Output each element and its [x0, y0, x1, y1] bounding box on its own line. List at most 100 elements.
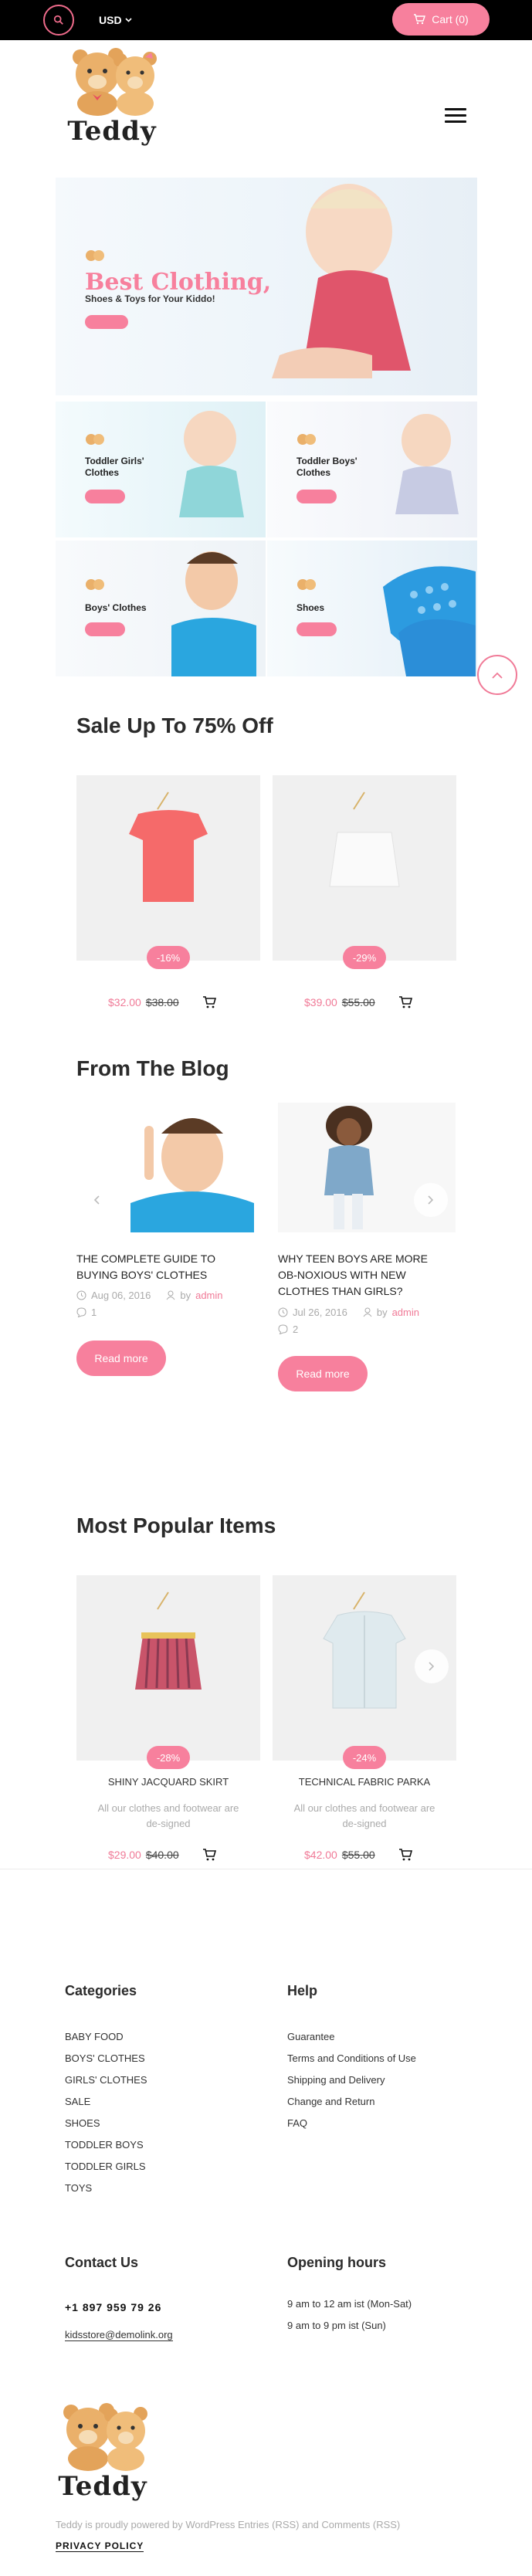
old-price: $55.00	[341, 1849, 375, 1861]
banner-toddler-boys[interactable]: Toddler Boys' Clothes	[267, 402, 477, 537]
hamburger-icon	[445, 108, 466, 110]
help-link[interactable]: Terms and Conditions of Use	[287, 2048, 416, 2069]
current-price: $29.00	[108, 1849, 141, 1861]
categories-heading: Categories	[65, 1983, 137, 1998]
add-to-cart-icon[interactable]	[202, 1849, 216, 1861]
help-link[interactable]: Change and Return	[287, 2091, 416, 2113]
blog-post-comments: 1	[76, 1307, 97, 1318]
teddy-bears-logo-icon	[73, 48, 157, 116]
current-price: $42.00	[304, 1849, 337, 1861]
powered-by-text: Teddy is proudly powered by WordPress En…	[56, 2519, 401, 2530]
comment-count: 2	[293, 1324, 299, 1335]
category-link[interactable]: BABY FOOD	[65, 2026, 147, 2048]
carousel-next-button[interactable]	[415, 1649, 449, 1683]
help-link[interactable]: Guarantee	[287, 2026, 416, 2048]
product-name[interactable]: SHINY JACQUARD SKIRT	[76, 1776, 260, 1788]
hours-heading: Opening hours	[287, 2255, 386, 2270]
add-to-cart-icon[interactable]	[398, 996, 412, 1008]
add-to-cart-icon[interactable]	[202, 996, 216, 1008]
category-link[interactable]: SALE	[65, 2091, 147, 2113]
logo-text: Teddy	[58, 2471, 147, 2502]
read-more-button[interactable]: Read more	[76, 1341, 166, 1376]
author-prefix: by	[376, 1307, 388, 1318]
banner-shop-button[interactable]	[85, 622, 125, 636]
category-link[interactable]: GIRLS' CLOTHES	[65, 2069, 147, 2091]
blog-post-image[interactable]	[76, 1103, 254, 1232]
site-logo[interactable]: Teddy	[62, 46, 162, 147]
product-image[interactable]	[76, 775, 260, 961]
category-link[interactable]: TOYS	[65, 2178, 147, 2199]
product-price: $39.00 $55.00	[304, 996, 375, 1008]
comment-count: 1	[91, 1307, 97, 1318]
cart-icon	[414, 14, 426, 25]
hero-shop-button[interactable]	[85, 315, 128, 329]
banner-toddler-girls[interactable]: Toddler Girls' Clothes	[56, 402, 266, 537]
hero-banner[interactable]: Best Clothing, Shoes & Toys for Your Kid…	[56, 178, 477, 395]
product-name[interactable]: TECHNICAL FABRIC PARKA	[273, 1776, 456, 1788]
category-link[interactable]: TODDLER GIRLS	[65, 2156, 147, 2178]
banner-shoes[interactable]: Shoes	[267, 541, 477, 676]
comment-icon	[76, 1307, 86, 1317]
help-list: Guarantee Terms and Conditions of Use Sh…	[287, 2026, 416, 2134]
menu-toggle-button[interactable]	[445, 108, 466, 124]
footer-logo[interactable]: Teddy	[53, 2401, 153, 2502]
teddy-mini-logo-icon	[297, 579, 316, 590]
teddy-mini-logo-icon	[86, 579, 104, 590]
hours-sunday: 9 am to 9 pm ist (Sun)	[287, 2320, 386, 2331]
baby-girl-photo	[179, 411, 244, 517]
product-price: $32.00 $38.00	[108, 996, 179, 1008]
category-link[interactable]: BOYS' CLOTHES	[65, 2048, 147, 2069]
add-to-cart-icon[interactable]	[398, 1849, 412, 1861]
banner-title: Toddler Girls' Clothes	[85, 456, 144, 478]
hero-subtitle: Shoes & Toys for Your Kiddo!	[85, 293, 215, 304]
product-image[interactable]	[76, 1575, 260, 1761]
help-link[interactable]: Shipping and Delivery	[287, 2069, 416, 2091]
blog-post-image[interactable]	[278, 1103, 456, 1232]
baby-boy-photo	[395, 414, 459, 514]
read-more-button[interactable]: Read more	[278, 1356, 368, 1391]
banner-title: Shoes	[296, 602, 325, 613]
contact-heading: Contact Us	[65, 2255, 139, 2270]
blog-post-title[interactable]: THE COMPLETE GUIDE TO BUYING BOYS' CLOTH…	[76, 1251, 254, 1283]
post-author[interactable]: admin	[195, 1290, 222, 1301]
product-image[interactable]	[273, 1575, 456, 1761]
banner-shop-button[interactable]	[296, 622, 337, 636]
carousel-next-button[interactable]	[414, 1183, 448, 1217]
blog-post-title[interactable]: WHY TEEN BOYS ARE MORE OB-NOXIOUS WITH N…	[278, 1251, 440, 1300]
shoes-photo	[383, 566, 476, 676]
popular-heading: Most Popular Items	[76, 1513, 276, 1537]
scroll-to-top-button[interactable]	[477, 655, 517, 695]
discount-badge: -16%	[147, 946, 190, 969]
carousel-prev-button[interactable]	[80, 1183, 114, 1217]
current-price: $32.00	[108, 996, 141, 1008]
hours-weekdays: 9 am to 12 am ist (Mon-Sat)	[287, 2298, 412, 2310]
product-description: All our clothes and footwear are de-sign…	[293, 1802, 435, 1829]
cart-button[interactable]: Cart (0)	[392, 3, 490, 36]
contact-phone[interactable]: +1 897 959 79 26	[65, 2301, 161, 2313]
teddy-mini-logo-icon	[86, 250, 104, 261]
teddy-mini-logo-icon	[297, 434, 316, 445]
post-date: Aug 06, 2016	[91, 1290, 151, 1301]
teddy-bears-logo-icon	[63, 2403, 147, 2471]
pink-top-photo	[129, 791, 208, 902]
boy-photo	[171, 551, 256, 676]
category-link[interactable]: TODDLER BOYS	[65, 2134, 147, 2156]
author-prefix: by	[180, 1290, 191, 1301]
search-icon	[53, 15, 63, 25]
help-link[interactable]: FAQ	[287, 2113, 416, 2134]
search-button[interactable]	[43, 5, 74, 36]
contact-email[interactable]: kidsstore@demolink.org	[65, 2329, 173, 2341]
chevron-right-icon	[428, 1195, 434, 1205]
post-author[interactable]: admin	[392, 1307, 419, 1318]
banner-shop-button[interactable]	[85, 490, 125, 503]
banner-boys-clothes[interactable]: Boys' Clothes	[56, 541, 266, 676]
category-link[interactable]: SHOES	[65, 2113, 147, 2134]
banner-shop-button[interactable]	[296, 490, 337, 503]
product-image[interactable]	[273, 775, 456, 961]
privacy-policy-link[interactable]: PRIVACY POLICY	[56, 2540, 144, 2552]
user-icon	[166, 1290, 175, 1300]
currency-value: USD	[99, 14, 122, 26]
currency-select[interactable]: USD	[99, 14, 132, 26]
sale-heading: Sale Up To 75% Off	[76, 713, 273, 737]
product-price: $29.00 $40.00	[108, 1849, 179, 1861]
